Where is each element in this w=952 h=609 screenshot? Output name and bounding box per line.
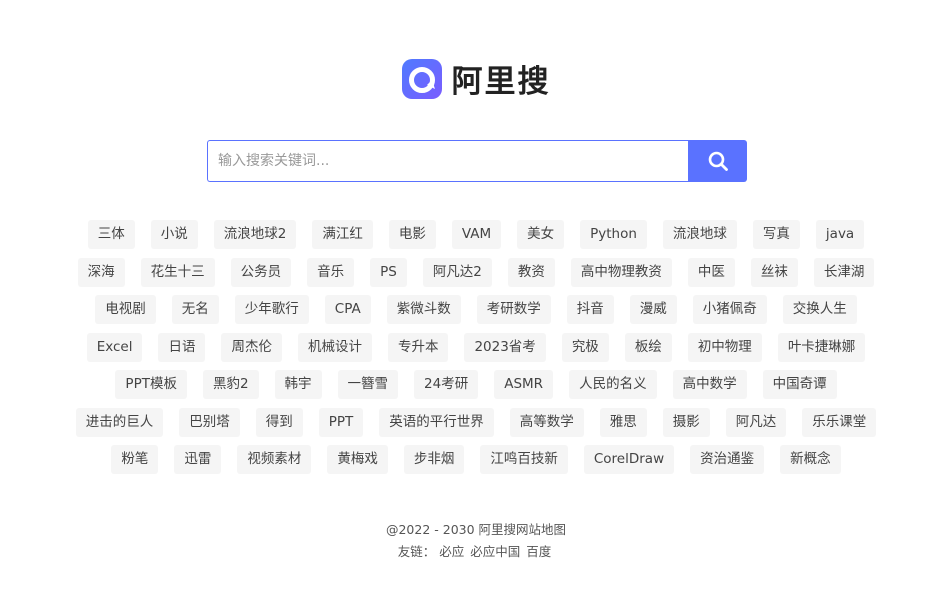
tag-item[interactable]: 抖音 (566, 295, 614, 324)
tag-item[interactable]: 摄影 (662, 407, 710, 437)
tag-item[interactable]: 雅思 (599, 407, 647, 437)
tag-item[interactable]: 初中物理 (687, 332, 762, 362)
tag-item[interactable]: 丝袜 (750, 257, 798, 287)
logo-icon (401, 58, 442, 99)
tag-item[interactable]: 长津湖 (813, 257, 875, 287)
tag-item[interactable]: 专升本 (387, 332, 449, 362)
tag-item[interactable]: 高中数学 (672, 370, 747, 399)
tag-item[interactable]: CPA (324, 295, 371, 324)
tag-item[interactable]: 流浪地球2 (213, 220, 297, 249)
tag-item[interactable]: 步非烟 (403, 445, 465, 474)
search-icon (708, 151, 728, 171)
tag-item[interactable]: 视频素材 (237, 445, 312, 474)
tag-row: 三体 小说 流浪地球2 满江红 电影 VAM 美女 Python 流浪地球 写真 java (60, 220, 892, 249)
friend-links: 友链： 必应 必应中国 百度 (0, 541, 952, 563)
tag-item[interactable]: 日语 (158, 332, 206, 362)
tag-item[interactable]: ASMR (494, 370, 554, 399)
tag-item[interactable]: 江鸣百技新 (480, 445, 568, 474)
tag-item[interactable]: 24考研 (414, 370, 479, 399)
tag-item[interactable]: 粉笔 (111, 445, 159, 474)
tag-item[interactable]: 2023省考 (464, 332, 546, 362)
tag-item[interactable]: 中医 (687, 257, 735, 287)
tag-item[interactable]: 周杰伦 (221, 332, 282, 362)
tag-item[interactable]: 流浪地球 (662, 220, 737, 249)
tag-item[interactable]: 黑豹2 (202, 370, 259, 399)
footer: @2022 - 2030 阿里搜网站地图 友链： 必应 必应中国 百度 (0, 520, 952, 563)
tag-item[interactable]: 考研数学 (476, 295, 551, 324)
tag-item[interactable]: Excel (86, 332, 143, 362)
tag-row: 电视剧 无名 少年歌行 CPA 紫微斗数 考研数学 抖音 漫威 小猪佩奇 交换人生 (60, 295, 892, 324)
tag-row: 粉笔 迅雷 视频素材 黄梅戏 步非烟 江鸣百技新 CorelDraw 资治通鉴 新概念 (60, 445, 892, 474)
tag-item[interactable]: VAM (451, 220, 502, 249)
tag-item[interactable]: 一簪雪 (337, 370, 399, 399)
tag-item[interactable]: 阿凡达 (725, 407, 787, 437)
friend-links-label: 友链： (397, 544, 436, 559)
tag-item[interactable]: PPT模板 (115, 370, 187, 399)
tag-row: PPT模板 黑豹2 韩宇 一簪雪 24考研 ASMR 人民的名义 高中数学 中国奇谭 (60, 370, 892, 399)
tag-item[interactable]: 阿凡达2 (422, 257, 492, 287)
logo-text: 阿里搜 (451, 64, 551, 100)
page: 阿里搜 三体小说流浪地球2 满江红电影 VAM 美女 Python 流浪地球写真 java 深… (0, 0, 952, 609)
tag-item[interactable]: 电视剧 (95, 295, 156, 324)
tag-item[interactable]: 小说 (150, 220, 198, 249)
tag-item[interactable]: 黄梅戏 (327, 445, 388, 474)
friend-link-bing-china[interactable]: 必应中国 (470, 544, 520, 559)
search-button[interactable] (688, 140, 747, 182)
tag-row: 深海 花生十三 公务员 音乐 PS 阿凡达2 教资 高中物理教资 中医 丝袜 长津湖 (60, 257, 892, 287)
tag-item[interactable]: 无名 (171, 295, 219, 324)
tag-item[interactable]: 美女 (517, 220, 565, 249)
tag-item[interactable]: 教资 (507, 257, 555, 287)
tag-item[interactable]: 高中物理教资 (570, 257, 672, 287)
tag-item[interactable]: 漫威 (629, 295, 677, 324)
tag-item[interactable]: 板绘 (624, 332, 672, 362)
tag-item[interactable]: 电影 (388, 220, 436, 249)
tag-item[interactable]: 新概念 (780, 445, 841, 474)
tag-item[interactable]: 花生十三 (140, 257, 215, 287)
tag-item[interactable]: 人民的名义 (569, 370, 657, 399)
friend-link-baidu[interactable]: 百度 (526, 544, 551, 559)
tag-item[interactable]: 叶卡捷琳娜 (777, 332, 866, 362)
hot-tags: 三体 小说 流浪地球2 满江红 电影 VAM 美女 Python 流浪地球 写真 java 深海 花生十… (60, 220, 892, 483)
tag-item[interactable]: 机械设计 (297, 332, 372, 362)
logo[interactable]: 阿里搜 (0, 56, 952, 101)
tag-item[interactable]: CorelDraw (583, 445, 675, 474)
tag-item[interactable]: PPT (318, 407, 364, 437)
tag-item[interactable]: 音乐 (307, 257, 355, 287)
tag-item[interactable]: 写真 (752, 220, 800, 249)
tag-item[interactable]: java (815, 220, 865, 249)
tag-item[interactable]: 得到 (255, 407, 303, 437)
tag-item[interactable]: 交换人生 (782, 295, 857, 324)
tag-item[interactable]: Python (580, 220, 647, 249)
search-input[interactable] (207, 140, 688, 182)
tag-item[interactable]: PS (370, 257, 407, 287)
tag-item[interactable]: 中国奇谭 (762, 370, 837, 399)
tag-item[interactable]: 乐乐课堂 (802, 407, 877, 437)
tag-item[interactable]: 高等数学 (509, 407, 584, 437)
tag-item[interactable]: 三体 (87, 220, 135, 249)
tag-item[interactable]: 进击的巨人 (75, 407, 164, 437)
tag-item[interactable]: 满江红 (312, 220, 373, 249)
tag-item[interactable]: 少年歌行 (234, 295, 309, 324)
tag-item[interactable]: 究极 (561, 332, 609, 362)
footer-copyright: @2022 - 2030 阿里搜网站地图 (385, 522, 567, 537)
tag-item[interactable]: 迅雷 (174, 445, 222, 474)
tag-item[interactable]: 资治通鉴 (690, 445, 765, 474)
tag-item[interactable]: 韩宇 (274, 370, 322, 399)
tag-item[interactable]: 英语的平行世界 (379, 407, 494, 437)
search-bar (207, 140, 747, 182)
tag-row: Excel 日语 周杰伦 机械设计 专升本 2023省考 究极 板绘 初中物理 叶卡捷琳娜 (60, 332, 892, 362)
tag-row: 进击的巨人 巴别塔 得到 PPT 英语的平行世界 高等数学 雅思 摄影 阿凡达 乐乐课堂 (60, 407, 892, 437)
friend-link-bing[interactable]: 必应 (439, 544, 464, 559)
tag-item[interactable]: 紫微斗数 (386, 295, 461, 324)
tag-item[interactable]: 深海 (77, 257, 125, 287)
tag-item[interactable]: 公务员 (230, 257, 292, 287)
tag-item[interactable]: 小猪佩奇 (692, 295, 767, 324)
tag-item[interactable]: 巴别塔 (179, 407, 240, 437)
